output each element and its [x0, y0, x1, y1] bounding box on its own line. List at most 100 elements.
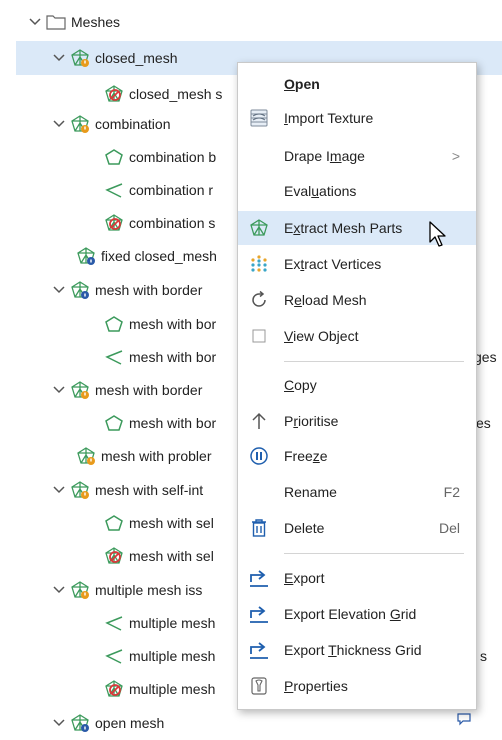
tree-row-label: closed_mesh [95, 50, 178, 66]
menu-item-evaluations[interactable]: Evaluations [238, 174, 476, 208]
tree-row-label: combination b [129, 149, 217, 165]
tree-row-label: open mesh [95, 715, 165, 731]
tree-row-label: mesh with sel [129, 548, 214, 564]
menu-item-label: Properties [284, 678, 348, 694]
menu-item-label: Extract Mesh Parts [284, 220, 403, 236]
tree-row-label: mesh with border [95, 282, 203, 298]
tree-row-label: Meshes [71, 14, 121, 30]
open-edges-icon [104, 347, 124, 367]
menu-item-label: Drape Image [284, 148, 365, 164]
tree-row-label: multiple mesh iss [95, 582, 203, 598]
tree-row-label: combination s [129, 215, 216, 231]
export-icon [248, 567, 270, 589]
menu-item-view-object[interactable]: View Object [238, 319, 476, 353]
chevron-down-icon[interactable] [52, 583, 66, 597]
mesh-info-icon [70, 280, 90, 300]
shortcut-label: Del [438, 520, 460, 536]
reload-icon [248, 289, 270, 311]
chevron-down-icon[interactable] [52, 51, 66, 65]
tree-row-label: mesh with border [95, 382, 203, 398]
mesh-error-icon [104, 679, 124, 699]
menu-item-label: Freeze [284, 448, 328, 464]
arrow-up-icon [248, 410, 270, 432]
menu-item-label: Open [284, 76, 320, 92]
tree-row-label: combination r [129, 182, 214, 198]
export-icon [248, 603, 270, 625]
menu-separator [284, 361, 464, 362]
menu-item-prioritise[interactable]: Prioritise [238, 404, 476, 438]
boundary-icon [104, 413, 124, 433]
trash-icon [248, 517, 270, 539]
checkbox-icon[interactable] [248, 325, 270, 347]
tree-row-label: closed_mesh s [129, 86, 223, 102]
submenu-chevron-icon: > [451, 148, 460, 164]
mesh-warning-icon [70, 114, 90, 134]
tree-row-label: multiple mesh [129, 615, 216, 631]
mouse-pointer-icon [428, 220, 450, 250]
chevron-down-icon[interactable] [52, 383, 66, 397]
mesh-error-icon [104, 84, 124, 104]
mesh-warning-icon [76, 446, 96, 466]
tree-row-label: mesh with bor [129, 415, 217, 431]
tree-row-label: fixed closed_mesh [101, 248, 217, 264]
texture-icon [248, 107, 270, 129]
menu-item-label: Import Texture [284, 110, 374, 126]
chevron-down-icon[interactable] [52, 117, 66, 131]
menu-item-import-texture[interactable]: Import Texture [238, 101, 476, 135]
menu-item-label: Evaluations [284, 183, 357, 199]
tree-row-label: mesh with probler [101, 448, 212, 464]
menu-separator [284, 553, 464, 554]
chevron-down-icon[interactable] [52, 483, 66, 497]
mesh-info-icon [70, 713, 90, 733]
menu-item-label: Prioritise [284, 413, 339, 429]
open-edges-icon [104, 646, 124, 666]
menu-item-export[interactable]: Export [238, 561, 476, 595]
tree-row-label: mesh with sel [129, 515, 214, 531]
chevron-down-icon[interactable] [52, 283, 66, 297]
boundary-icon [104, 314, 124, 334]
menu-item-properties[interactable]: Properties [238, 669, 476, 703]
vertices-icon [248, 253, 270, 275]
open-edges-icon [104, 180, 124, 200]
menu-item-export-thickness-grid[interactable]: Export Thickness Grid [238, 633, 476, 667]
menu-item-drape-image[interactable]: Drape Image > [238, 139, 476, 173]
comment-icon [456, 712, 472, 729]
tree-row-label: mesh with bor [129, 316, 217, 332]
tree-row-label: mesh with self-int [95, 482, 204, 498]
menu-item-label: Reload Mesh [284, 292, 367, 308]
open-edges-icon [104, 613, 124, 633]
menu-item-label: Delete [284, 520, 325, 536]
tree-row-trailing-text: ges [474, 349, 497, 365]
menu-item-label: Extract Vertices [284, 256, 382, 272]
tree-row-label: mesh with bor [129, 349, 217, 365]
menu-item-extract-vertices[interactable]: Extract Vertices [238, 247, 476, 281]
menu-item-label: View Object [284, 328, 359, 344]
tree-row-label: multiple mesh [129, 648, 216, 664]
tree-row-meshes[interactable]: Meshes [0, 5, 502, 39]
context-menu: Open Import Texture Drape Image > Evalua… [237, 62, 477, 710]
menu-item-open[interactable]: Open [238, 67, 476, 101]
tree-row-label: multiple mesh [129, 681, 216, 697]
tree-row[interactable]: open mesh [0, 706, 502, 740]
chevron-down-icon[interactable] [28, 15, 42, 29]
export-icon [248, 639, 270, 661]
folder-icon [46, 12, 66, 32]
menu-item-label: Export [284, 570, 325, 586]
shortcut-label: F2 [443, 484, 460, 500]
pause-icon [248, 445, 270, 467]
menu-item-rename[interactable]: Rename F2 [238, 475, 476, 509]
properties-icon [248, 675, 270, 697]
menu-item-freeze[interactable]: Freeze [238, 439, 476, 473]
menu-item-copy[interactable]: Copy [238, 368, 476, 402]
menu-item-label: Rename [284, 484, 337, 500]
tree-row-label: combination [95, 116, 171, 132]
menu-item-reload-mesh[interactable]: Reload Mesh [238, 283, 476, 317]
menu-item-label: Export Thickness Grid [284, 642, 422, 658]
tree-row-trailing-text: s [480, 648, 487, 664]
mesh-info-icon [76, 246, 96, 266]
menu-item-export-elevation-grid[interactable]: Export Elevation Grid [238, 597, 476, 631]
menu-item-label: Export Elevation Grid [284, 606, 417, 622]
mesh-warning-icon [70, 480, 90, 500]
mesh-warning-icon [70, 380, 90, 400]
menu-item-delete[interactable]: Delete Del [238, 511, 476, 545]
